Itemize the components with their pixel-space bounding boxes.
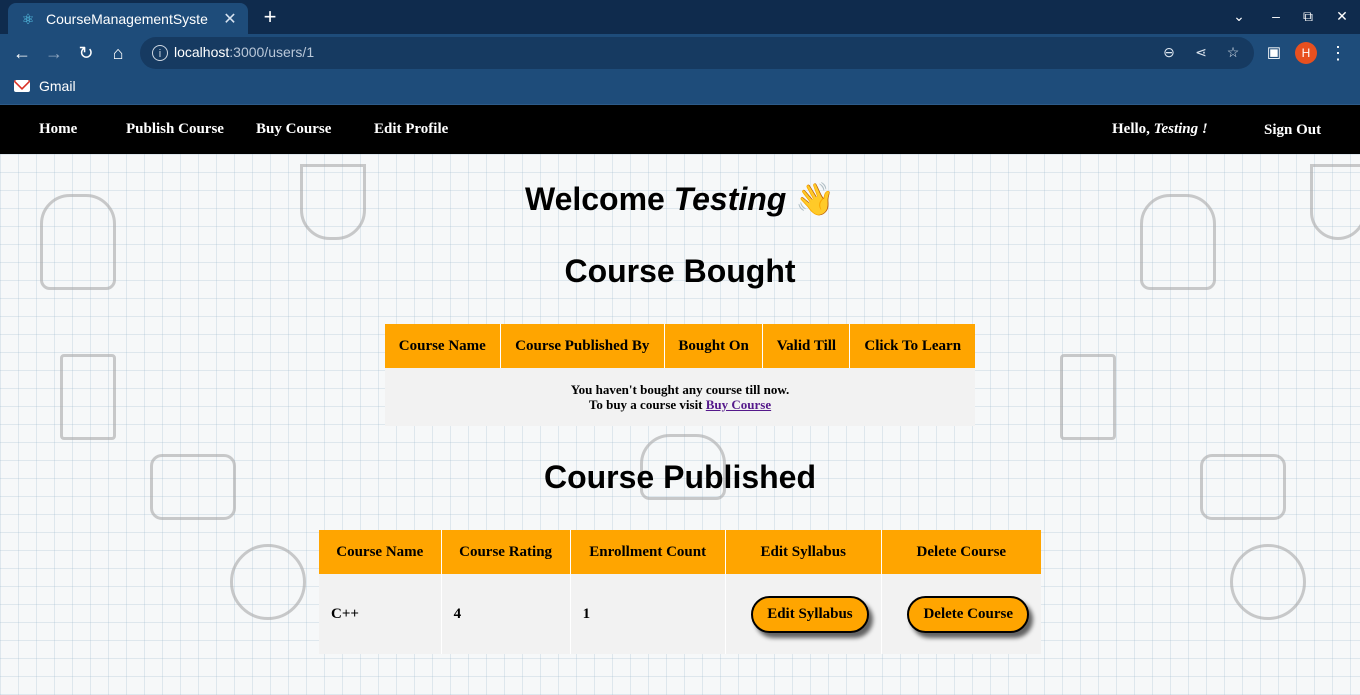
delete-course-button[interactable]: Delete Course [907,595,1029,633]
column-header: Enrollment Count [570,530,726,574]
nav-publish-course[interactable]: Publish Course [126,121,224,138]
tab-search-icon[interactable]: ⌄ [1229,8,1249,25]
course-bought-heading: Course Bought [564,253,796,289]
profile-avatar[interactable]: H [1295,42,1317,64]
share-icon[interactable]: ⋖ [1192,44,1210,61]
url-text: localhost:3000/users/1 [174,44,315,60]
edit-syllabus-button[interactable]: Edit Syllabus [751,595,869,633]
site-navbar: Home Publish Course Buy Course Edit Prof… [0,105,1360,154]
course-rating-cell: 4 [441,574,571,654]
bookmark-gmail[interactable]: Gmail [14,78,76,94]
welcome-heading: Welcome Testing 👋 [524,181,836,217]
bookmarks-bar: Gmail [0,72,1360,105]
bookmark-star-icon[interactable]: ☆ [1224,44,1242,61]
column-header: Valid Till [762,324,851,368]
menu-icon[interactable]: ⋮ [1326,42,1350,64]
table-header-row: Course Name Course Rating Enrollment Cou… [319,530,1041,574]
column-header: Course Published By [500,324,665,368]
greeting: Hello, Testing ! [1112,121,1208,137]
maximize-icon[interactable]: ⧉ [1298,8,1318,25]
zoom-icon[interactable]: ⊖ [1160,44,1178,61]
book-doodle-2 [1060,354,1116,440]
new-tab-icon[interactable]: + [260,6,280,28]
home-icon[interactable]: ⌂ [106,42,130,64]
nav-home[interactable]: Home [39,121,77,138]
column-header: Edit Syllabus [725,530,882,574]
globe-doodle [230,544,306,620]
nav-edit-profile[interactable]: Edit Profile [374,121,448,138]
tab-title: CourseManagementSyste [46,10,208,27]
react-icon: ⚛ [21,10,35,27]
side-panel-icon[interactable]: ▣ [1262,42,1286,64]
buy-course-link[interactable]: Buy Course [706,397,771,412]
table-row: C++ 4 1 Edit Syllabus Delete Course [319,574,1041,654]
browser-tabstrip: ⚛ CourseManagementSyste ✕ + ⌄ – ⧉ ✕ [0,0,1360,34]
empty-state-row: You haven't bought any course till now. … [385,368,975,426]
site-info-icon[interactable]: i [152,45,168,61]
bookmark-label: Gmail [39,78,76,94]
back-icon[interactable]: ← [10,42,34,64]
column-header: Delete Course [881,530,1041,574]
minimize-icon[interactable]: – [1266,8,1286,24]
nav-sign-out[interactable]: Sign Out [1264,122,1321,139]
column-header: Course Name [385,324,501,368]
globe-doodle-2 [1230,544,1306,620]
course-published-heading: Course Published [543,459,817,495]
column-header: Course Rating [441,530,571,574]
course-name-cell: C++ [319,574,442,654]
edit-syllabus-cell: Edit Syllabus [725,574,882,654]
enrollment-count-cell: 1 [570,574,726,654]
browser-tab[interactable]: ⚛ CourseManagementSyste ✕ [8,3,248,34]
address-bar[interactable]: i localhost:3000/users/1 ⊖ ⋖ ☆ [140,37,1254,69]
wave-emoji-icon: 👋 [795,181,836,217]
column-header: Course Name [319,530,442,574]
table-header-row: Course Name Course Published By Bought O… [385,324,975,368]
column-header: Bought On [664,324,764,368]
window-close-icon[interactable]: ✕ [1332,8,1352,25]
delete-course-cell: Delete Course [881,574,1041,654]
reload-icon[interactable]: ↻ [74,42,98,64]
column-header: Click To Learn [849,324,975,368]
empty-state-message: You haven't bought any course till now. … [385,368,975,426]
nav-buy-course[interactable]: Buy Course [256,121,331,138]
forward-icon[interactable]: → [42,42,66,64]
gmail-icon [14,80,30,92]
book-doodle [60,354,116,440]
close-tab-icon[interactable]: ✕ [220,9,240,29]
course-published-table: Course Name Course Rating Enrollment Cou… [319,530,1041,654]
browser-toolbar: ← → ↻ ⌂ i localhost:3000/users/1 ⊖ ⋖ ☆ ▣… [0,34,1360,72]
course-bought-table: Course Name Course Published By Bought O… [385,324,975,426]
